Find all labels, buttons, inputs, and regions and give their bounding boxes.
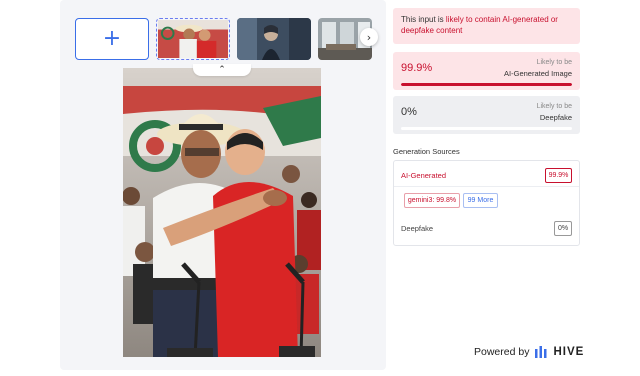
- chevron-right-icon: ›: [366, 30, 372, 44]
- deepfake-score-card: 0% Likely to be Deepfake: [393, 96, 580, 134]
- top-model-badge: gemini3: 99.8%: [404, 193, 460, 208]
- thumbnail-selected[interactable]: [156, 18, 230, 60]
- thumbnail-image-1: [158, 20, 228, 58]
- ai-generated-progress-track: [401, 83, 572, 86]
- result-alert: This input is likely to contain AI-gener…: [393, 8, 580, 44]
- ai-generated-score-card: 99.9% Likely to be AI-Generated Image: [393, 52, 580, 90]
- ai-generated-label: AI-Generated: [401, 171, 447, 180]
- more-sources-button[interactable]: 99 More: [463, 193, 498, 208]
- generation-sources-card: AI-Generated 99.9% gemini3: 99.8% 99 Mor…: [393, 160, 580, 246]
- alert-prefix: This input is: [401, 15, 446, 24]
- generation-sources-title: Generation Sources: [393, 147, 460, 156]
- deepfake-label: Deepfake: [401, 224, 434, 233]
- analyzed-photo: [123, 68, 321, 357]
- next-thumbnails-button[interactable]: ›: [360, 28, 378, 46]
- hive-brand: HIVE: [553, 346, 585, 358]
- analyzed-image: [123, 68, 321, 357]
- deepfake-progress-track: [401, 127, 572, 130]
- ai-generated-value-badge: 99.9%: [545, 168, 572, 183]
- thumbnail-image-2: [237, 18, 311, 60]
- powered-by: Powered by HIVE: [474, 346, 584, 358]
- deepfake-caption-bottom: Deepfake: [539, 113, 572, 122]
- add-image-button[interactable]: +: [75, 18, 149, 60]
- ai-generated-caption-top: Likely to be: [536, 59, 572, 66]
- ai-generated-score: 99.9%: [401, 62, 433, 74]
- hive-bars-icon: [535, 346, 547, 358]
- ai-generated-progress-fill: [401, 83, 572, 86]
- collapse-thumbnails-button[interactable]: ⌃: [193, 64, 251, 76]
- deepfake-score: 0%: [401, 106, 417, 118]
- divider: [394, 186, 579, 187]
- deepfake-value-badge: 0%: [554, 221, 572, 236]
- thumbnail-2[interactable]: [237, 18, 311, 60]
- plus-icon: +: [102, 26, 122, 51]
- powered-by-text: Powered by: [474, 346, 530, 358]
- ai-generated-caption-bottom: AI-Generated Image: [504, 69, 572, 78]
- chevron-up-icon: ⌃: [218, 65, 226, 75]
- deepfake-caption-top: Likely to be: [536, 103, 572, 110]
